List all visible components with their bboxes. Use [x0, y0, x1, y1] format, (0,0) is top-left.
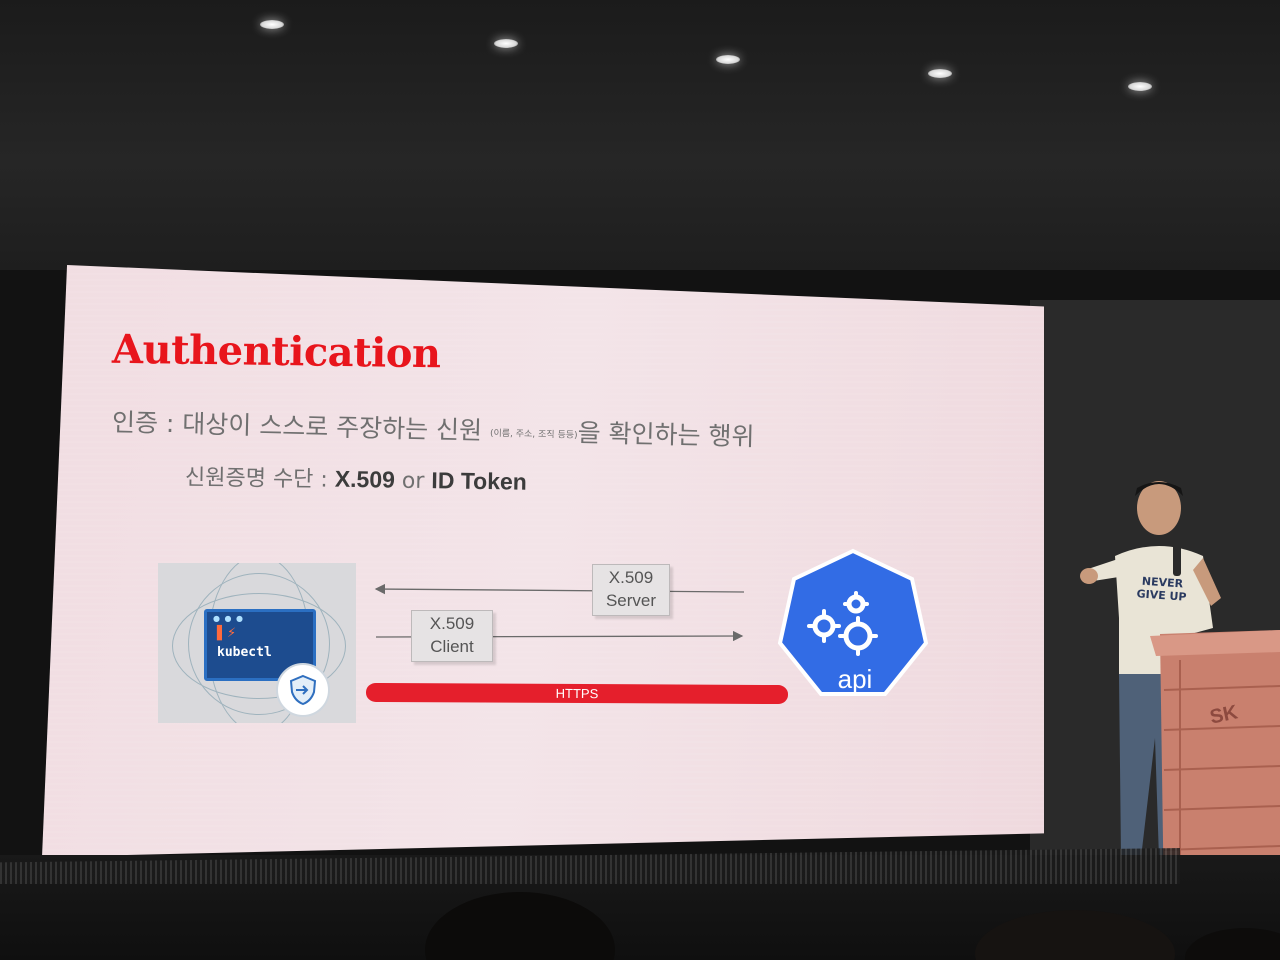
client-note-line1: X.509	[429, 614, 475, 633]
client-cert-note: X.509 Client	[411, 610, 493, 662]
https-channel: HTTPS	[365, 682, 789, 705]
audience-heads	[425, 892, 1280, 960]
shirt-print: NEVER GIVE UP	[1129, 574, 1195, 604]
client-note-line2: Client	[430, 637, 474, 656]
server-cert-note: X.509 Server	[592, 564, 670, 616]
server-note-line2: Server	[605, 591, 657, 610]
server-cert-arrow	[374, 583, 745, 595]
server-note-line1: X.509	[608, 568, 654, 587]
api-label: api	[837, 664, 873, 694]
